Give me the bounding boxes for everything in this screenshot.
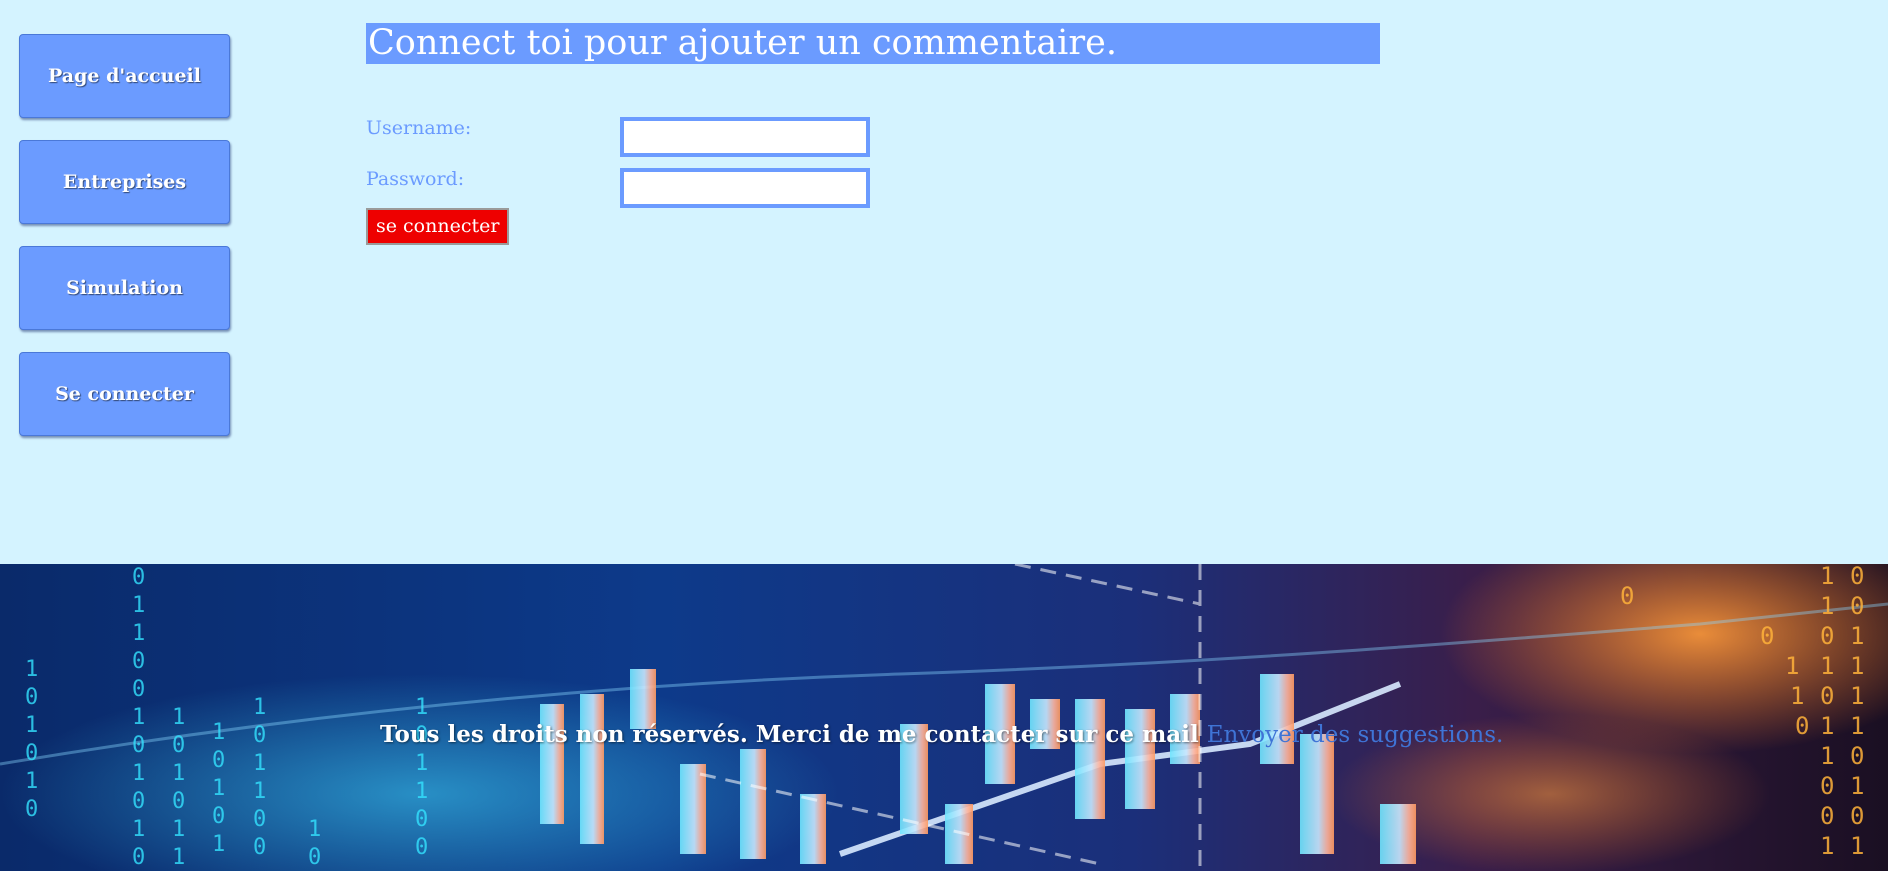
svg-text:1: 1 <box>25 713 38 738</box>
svg-text:1: 1 <box>212 832 225 857</box>
svg-text:1: 1 <box>1850 832 1864 860</box>
footer-copyright-text: Tous les droits non réservés. Merci de m… <box>380 721 1199 748</box>
svg-text:0: 0 <box>212 804 225 829</box>
svg-text:0: 0 <box>132 677 145 702</box>
svg-text:1: 1 <box>132 705 145 730</box>
password-field[interactable] <box>620 168 870 208</box>
svg-text:0: 0 <box>172 733 185 758</box>
svg-text:1: 1 <box>1820 564 1834 590</box>
footer-background-image: 101010 01100101010 101011 10101 101100 1… <box>0 564 1888 871</box>
username-field[interactable] <box>620 117 870 157</box>
username-row: Username: <box>366 117 966 157</box>
svg-text:1: 1 <box>132 593 145 618</box>
svg-text:1: 1 <box>415 751 428 776</box>
svg-text:1: 1 <box>132 761 145 786</box>
svg-text:0: 0 <box>25 797 38 822</box>
svg-text:1: 1 <box>1820 652 1834 680</box>
sidebar-nav: Page d'accueil Entreprises Simulation Se… <box>19 34 230 458</box>
svg-text:0: 0 <box>25 741 38 766</box>
svg-text:1: 1 <box>212 720 225 745</box>
username-label: Username: <box>366 117 472 139</box>
svg-text:1: 1 <box>1820 832 1834 860</box>
svg-text:0: 0 <box>132 845 145 870</box>
svg-text:1: 1 <box>1850 712 1864 740</box>
svg-text:1: 1 <box>253 779 266 804</box>
svg-text:0: 0 <box>132 733 145 758</box>
svg-text:0: 0 <box>132 565 145 590</box>
svg-text:1: 1 <box>1820 742 1834 770</box>
svg-text:1: 1 <box>1850 652 1864 680</box>
svg-text:1: 1 <box>172 817 185 842</box>
page-title: Connect toi pour ajouter un commentaire. <box>366 23 1380 64</box>
svg-text:0: 0 <box>253 835 266 860</box>
svg-text:1: 1 <box>132 817 145 842</box>
login-form: Connect toi pour ajouter un commentaire.… <box>366 23 1380 245</box>
svg-text:0: 0 <box>1850 592 1864 620</box>
svg-text:1: 1 <box>172 705 185 730</box>
svg-text:1: 1 <box>1820 592 1834 620</box>
svg-text:1: 1 <box>212 776 225 801</box>
svg-text:1: 1 <box>25 769 38 794</box>
svg-text:1: 1 <box>253 751 266 776</box>
footer: 101010 01100101010 101011 10101 101100 1… <box>0 564 1888 871</box>
svg-text:0: 0 <box>415 835 428 860</box>
svg-text:0: 0 <box>253 807 266 832</box>
svg-text:1: 1 <box>172 845 185 870</box>
svg-text:1: 1 <box>1850 622 1864 650</box>
svg-text:0: 0 <box>172 789 185 814</box>
svg-text:0: 0 <box>25 685 38 710</box>
suggestions-link[interactable]: Envoyer des suggestions. <box>1207 722 1504 748</box>
sidebar-item-simulation[interactable]: Simulation <box>19 246 230 330</box>
svg-text:0: 0 <box>1760 622 1774 650</box>
svg-text:0: 0 <box>253 723 266 748</box>
footer-copyright: Tous les droits non réservés. Merci de m… <box>380 721 1503 748</box>
svg-text:0: 0 <box>1620 582 1634 610</box>
svg-text:0: 0 <box>1850 742 1864 770</box>
sidebar-item-login[interactable]: Se connecter <box>19 352 230 436</box>
svg-text:0: 0 <box>1850 564 1864 590</box>
svg-text:1: 1 <box>415 779 428 804</box>
svg-text:1: 1 <box>1820 712 1834 740</box>
svg-text:0: 0 <box>415 807 428 832</box>
svg-text:0: 0 <box>1820 772 1834 800</box>
svg-text:1: 1 <box>1850 682 1864 710</box>
svg-text:0: 0 <box>1820 682 1834 710</box>
svg-text:1: 1 <box>1790 682 1804 710</box>
sidebar-item-home[interactable]: Page d'accueil <box>19 34 230 118</box>
sidebar-item-entreprises[interactable]: Entreprises <box>19 140 230 224</box>
svg-text:1: 1 <box>25 657 38 682</box>
svg-text:0: 0 <box>1850 802 1864 830</box>
svg-text:1: 1 <box>1785 652 1799 680</box>
svg-text:0: 0 <box>1820 802 1834 830</box>
svg-text:1: 1 <box>415 695 428 720</box>
svg-text:1: 1 <box>308 817 321 842</box>
svg-text:0: 0 <box>308 845 321 870</box>
password-label: Password: <box>366 168 465 190</box>
svg-text:1: 1 <box>172 761 185 786</box>
password-row: Password: <box>366 168 966 208</box>
svg-text:0: 0 <box>1820 622 1834 650</box>
svg-text:1: 1 <box>132 621 145 646</box>
svg-text:0: 0 <box>132 789 145 814</box>
svg-text:0: 0 <box>212 748 225 773</box>
svg-text:0: 0 <box>132 649 145 674</box>
login-submit-button[interactable]: se connecter <box>366 208 510 245</box>
page: Page d'accueil Entreprises Simulation Se… <box>0 0 1888 871</box>
svg-text:0: 0 <box>1795 712 1809 740</box>
svg-text:1: 1 <box>253 695 266 720</box>
svg-text:1: 1 <box>1850 772 1864 800</box>
